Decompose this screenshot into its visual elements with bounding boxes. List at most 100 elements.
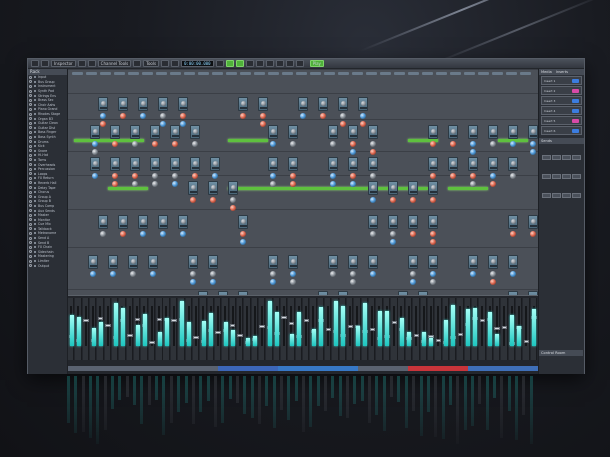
mixer-channel-strip[interactable] (391, 298, 398, 360)
fader-cap[interactable] (149, 341, 155, 345)
parameter-knob[interactable] (190, 197, 196, 203)
plugin-module[interactable] (138, 97, 148, 111)
channel-name-strip[interactable] (278, 366, 358, 371)
visibility-icon[interactable] (29, 153, 32, 157)
parameter-knob[interactable] (132, 173, 138, 179)
parameter-knob[interactable] (490, 173, 496, 179)
plugin-module[interactable] (508, 125, 518, 139)
mixer-channel-strip[interactable] (493, 298, 501, 360)
parameter-knob[interactable] (150, 271, 156, 277)
channel-name-strip[interactable] (68, 366, 218, 371)
parameter-knob[interactable] (120, 113, 126, 119)
visibility-icon[interactable] (29, 172, 32, 176)
parameter-knob[interactable] (530, 149, 536, 155)
plugin-module[interactable] (228, 181, 238, 195)
mixer-channel-strip[interactable] (369, 298, 376, 360)
rack-slot-header[interactable] (422, 72, 433, 75)
insert-slot[interactable]: Insert 3 (541, 96, 582, 105)
parameter-knob[interactable] (430, 141, 436, 147)
play-button[interactable]: Play (309, 60, 324, 67)
toolbar-button[interactable] (215, 60, 224, 67)
plugin-module[interactable] (188, 255, 198, 269)
insert-slot[interactable]: Insert 5 (541, 116, 582, 125)
parameter-knob[interactable] (112, 141, 118, 147)
mixer-channel-strip[interactable] (104, 298, 112, 360)
rack-slot-header[interactable] (156, 72, 167, 75)
parameter-knob[interactable] (192, 141, 198, 147)
plugin-module[interactable] (108, 255, 118, 269)
toolbar-button[interactable] (255, 60, 264, 67)
parameter-knob[interactable] (350, 279, 356, 285)
plugin-module[interactable] (358, 97, 368, 111)
rack-slot-header[interactable] (520, 72, 531, 75)
mixer-channel-strip[interactable] (244, 298, 251, 360)
visibility-icon[interactable] (29, 103, 32, 107)
mixer-channel-strip[interactable] (442, 298, 449, 360)
rack-slot-header[interactable] (170, 72, 181, 75)
toolbar-button[interactable] (87, 60, 96, 67)
rack-slot-header[interactable] (380, 72, 391, 75)
parameter-knob[interactable] (370, 231, 376, 237)
visibility-icon[interactable] (29, 236, 32, 240)
parameter-knob[interactable] (300, 113, 306, 119)
parameter-knob[interactable] (140, 113, 146, 119)
mixer-channel-strip[interactable] (376, 298, 383, 360)
plugin-module[interactable] (508, 255, 518, 269)
parameter-knob[interactable] (430, 197, 436, 203)
parameter-knob[interactable] (330, 271, 336, 277)
plugin-module[interactable] (528, 215, 538, 229)
parameter-knob[interactable] (350, 181, 356, 187)
visibility-icon[interactable] (29, 186, 32, 190)
parameter-knob[interactable] (370, 173, 376, 179)
visibility-icon[interactable] (29, 231, 32, 235)
parameter-knob[interactable] (410, 279, 416, 285)
plugin-module[interactable] (328, 125, 338, 139)
rack-slot-header[interactable] (254, 72, 265, 75)
tab-inserts[interactable]: Inserts (556, 69, 568, 75)
parameter-knob[interactable] (132, 141, 138, 147)
parameter-knob[interactable] (100, 231, 106, 237)
fader-cap[interactable] (171, 318, 177, 322)
plugin-module[interactable] (528, 125, 538, 139)
mixer-channel-strip[interactable] (449, 298, 457, 360)
mixer-channel-strip[interactable] (148, 298, 156, 360)
plugin-module[interactable] (88, 255, 98, 269)
parameter-knob[interactable] (530, 231, 536, 237)
mixer-channel-strip[interactable] (479, 298, 486, 360)
plugin-module[interactable] (130, 125, 140, 139)
plugin-module[interactable] (428, 157, 438, 171)
visibility-icon[interactable] (29, 190, 32, 194)
parameter-knob[interactable] (240, 231, 246, 237)
parameter-knob[interactable] (490, 279, 496, 285)
parameter-knob[interactable] (350, 149, 356, 155)
parameter-knob[interactable] (290, 271, 296, 277)
visibility-icon[interactable] (29, 222, 32, 226)
mixer-channel-strip[interactable] (515, 298, 523, 360)
mixer-channel-strip[interactable] (501, 298, 508, 360)
send-button[interactable] (571, 154, 581, 160)
parameter-knob[interactable] (240, 239, 246, 245)
plugin-module[interactable] (208, 181, 218, 195)
rack-slot-header[interactable] (296, 72, 307, 75)
toolbar-button[interactable] (31, 60, 39, 67)
mixer-channel-strip[interactable] (156, 298, 163, 360)
parameter-knob[interactable] (490, 271, 496, 277)
mixer-channel-strip[interactable] (339, 298, 347, 360)
visibility-icon[interactable] (29, 254, 32, 258)
visibility-icon[interactable] (29, 176, 32, 180)
fader-cap[interactable] (501, 326, 508, 330)
fader-cap[interactable] (391, 320, 398, 324)
plugin-module[interactable] (188, 181, 198, 195)
visibility-icon[interactable] (29, 130, 32, 134)
mixer-channel-strip[interactable] (273, 298, 281, 360)
fader-cap[interactable] (193, 336, 199, 340)
plugin-module[interactable] (368, 125, 378, 139)
mixer-channel-strip[interactable] (413, 298, 420, 360)
mixer-channel-strip[interactable] (126, 298, 134, 360)
parameter-knob[interactable] (112, 173, 118, 179)
mixer-channel-strip[interactable] (207, 298, 214, 360)
parameter-knob[interactable] (470, 271, 476, 277)
plugin-module[interactable] (408, 181, 418, 195)
mixer-channel-strip[interactable] (280, 298, 288, 360)
plugin-module[interactable] (488, 125, 498, 139)
